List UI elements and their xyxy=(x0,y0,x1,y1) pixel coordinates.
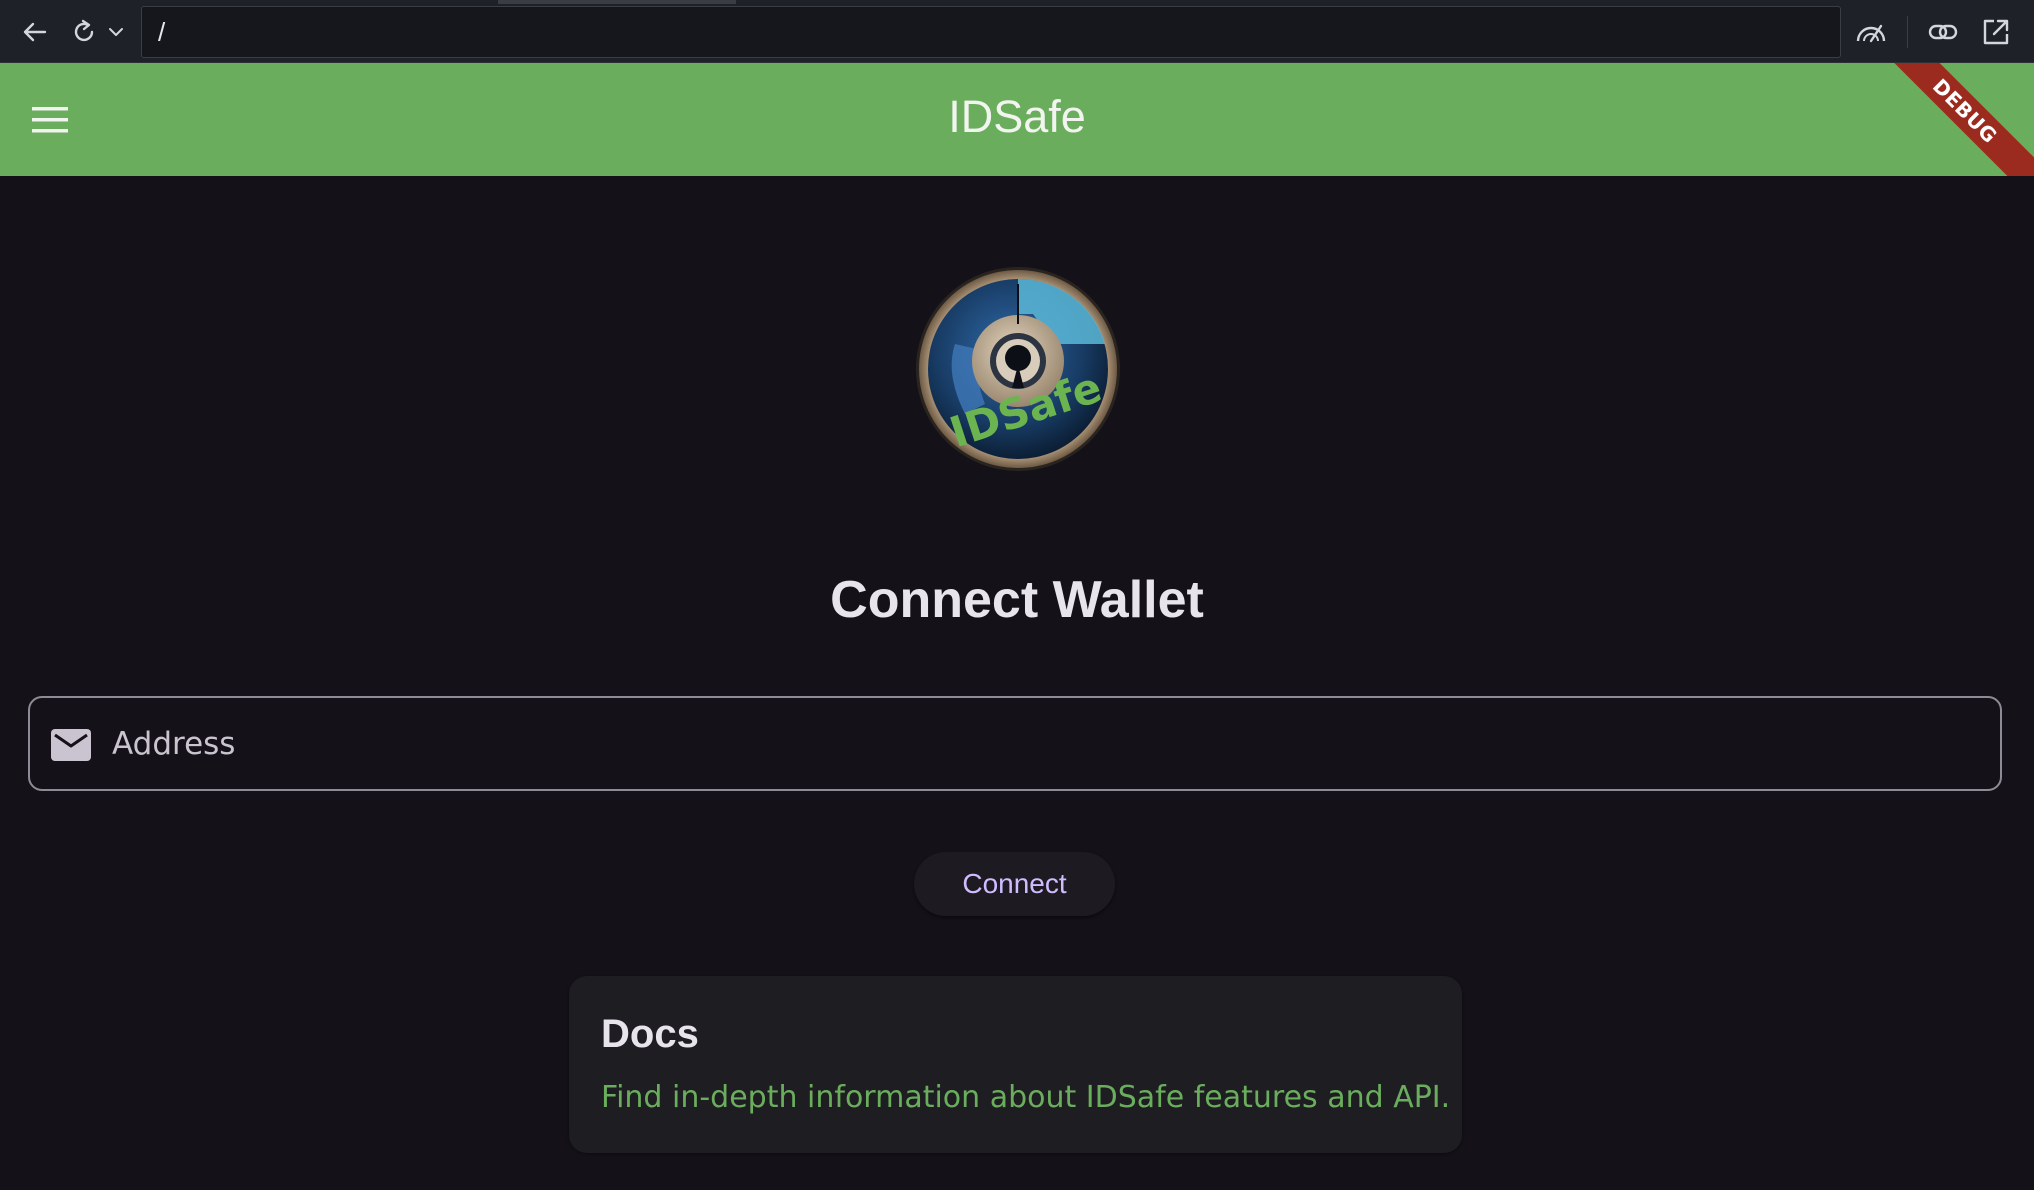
back-arrow-icon[interactable] xyxy=(16,14,52,50)
url-field[interactable]: / xyxy=(141,6,1841,58)
active-tab-indicator xyxy=(498,0,736,4)
browser-toolbar: / xyxy=(0,0,2034,63)
address-field[interactable] xyxy=(28,696,2002,791)
open-external-icon[interactable] xyxy=(1978,14,2014,50)
app-title: IDSafe xyxy=(948,91,1086,142)
app-bar: IDSafe DEBUG xyxy=(0,63,2034,176)
mail-icon xyxy=(51,729,91,761)
chevron-down-icon[interactable] xyxy=(98,14,134,50)
link-icon[interactable] xyxy=(1925,14,1961,50)
page-title: Connect Wallet xyxy=(830,571,1204,629)
docs-card-description: Find in-depth information about IDSafe f… xyxy=(601,1080,1451,1115)
idsafe-logo: IDSafe xyxy=(915,264,1121,474)
docs-card[interactable]: Docs Find in-depth information about IDS… xyxy=(569,976,1462,1153)
performance-gauge-icon[interactable] xyxy=(1853,14,1889,50)
reload-icon[interactable] xyxy=(66,14,102,50)
address-input[interactable] xyxy=(110,698,1990,789)
connect-button[interactable]: Connect xyxy=(914,852,1115,916)
docs-card-title: Docs xyxy=(601,1012,699,1056)
toolbar-divider xyxy=(1907,16,1908,48)
